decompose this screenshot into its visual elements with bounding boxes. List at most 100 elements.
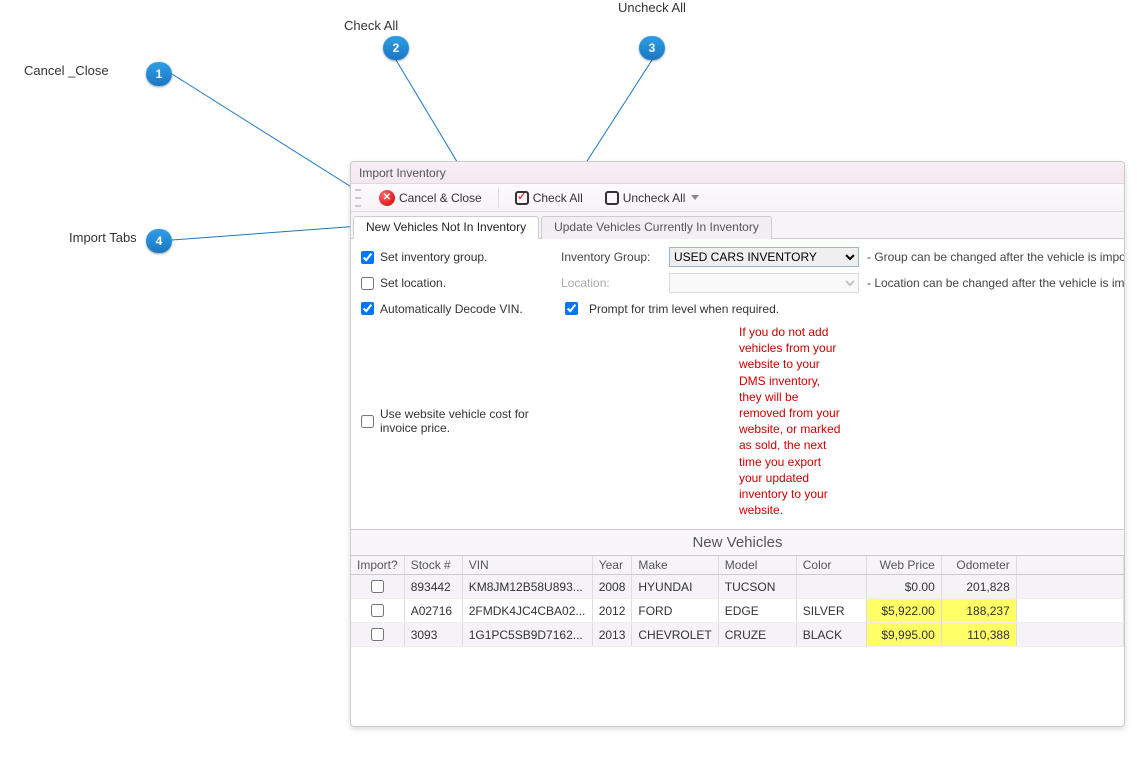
warning-text: If you do not add vehicles from your web… [561, 324, 841, 518]
import-cell [351, 623, 404, 647]
set-inventory-group-checkbox[interactable] [361, 251, 374, 264]
table-title: New Vehicles [351, 529, 1124, 556]
toolbar: Cancel & Close Check All Uncheck All [351, 184, 1124, 212]
annotation-badge-4: 4 [146, 229, 172, 253]
color-cell: SILVER [796, 599, 866, 623]
chevron-down-icon [691, 195, 699, 200]
uncheck-all-icon [605, 191, 619, 205]
color-cell: BLACK [796, 623, 866, 647]
location-field-label: Location: [561, 276, 661, 290]
tab-new-vehicles[interactable]: New Vehicles Not In Inventory [353, 216, 539, 239]
use-website-cost-checkbox[interactable] [361, 415, 374, 428]
stock-cell: A02716 [404, 599, 462, 623]
import-checkbox[interactable] [371, 604, 384, 617]
annotation-label-1: Cancel _Close [24, 63, 109, 78]
col-header-odo[interactable]: Odometer [941, 556, 1016, 575]
import-cell [351, 599, 404, 623]
set-inventory-group-check-row: Set inventory group. [361, 250, 561, 264]
col-header-rest [1016, 556, 1123, 575]
price-cell: $9,995.00 [866, 623, 941, 647]
prompt-trim-label: Prompt for trim level when required. [589, 302, 779, 316]
inventory-group-field-label: Inventory Group: [561, 250, 661, 264]
uncheck-all-label: Uncheck All [623, 191, 686, 205]
import-checkbox[interactable] [371, 628, 384, 641]
toolbar-separator [498, 188, 499, 208]
window-title: Import Inventory [359, 166, 446, 180]
auto-decode-label: Automatically Decode VIN. [380, 302, 523, 316]
model-cell: EDGE [718, 599, 796, 623]
set-inventory-group-label: Set inventory group. [380, 250, 487, 264]
use-website-cost-check-row: Use website vehicle cost for invoice pri… [361, 407, 561, 435]
inventory-group-combo[interactable]: USED CARS INVENTORY [669, 247, 859, 267]
rest-cell [1016, 599, 1123, 623]
uncheck-all-button[interactable]: Uncheck All [599, 189, 706, 207]
annotation-badge-2: 2 [383, 36, 409, 60]
vehicle-table: Import? Stock # VIN Year Make Model Colo… [351, 556, 1124, 647]
make-cell: FORD [632, 599, 718, 623]
location-field-row: Location: - Location can be changed afte… [561, 273, 1125, 293]
col-header-import[interactable]: Import? [351, 556, 404, 575]
model-cell: TUCSON [718, 575, 796, 599]
window-titlebar: Import Inventory [351, 162, 1124, 184]
year-cell: 2012 [592, 599, 632, 623]
toolbar-grip [355, 189, 361, 207]
table-row[interactable]: A027162FMDK4JC4CBA02...2012FORDEDGESILVE… [351, 599, 1124, 623]
price-cell: $5,922.00 [866, 599, 941, 623]
table-row[interactable]: 893442KM8JM12B58U893...2008HYUNDAITUCSON… [351, 575, 1124, 599]
make-cell: CHEVROLET [632, 623, 718, 647]
year-cell: 2013 [592, 623, 632, 647]
prompt-trim-checkbox[interactable] [565, 302, 578, 315]
check-all-label: Check All [533, 191, 583, 205]
inventory-group-hint: - Group can be changed after the vehicle… [867, 250, 1125, 264]
set-location-checkbox[interactable] [361, 277, 374, 290]
color-cell [796, 575, 866, 599]
table-row[interactable]: 30931G1PC5SB9D7162...2013CHEVROLETCRUZEB… [351, 623, 1124, 647]
tabstrip: New Vehicles Not In Inventory Update Veh… [351, 212, 1124, 239]
import-inventory-window: Import Inventory Cancel & Close Check Al… [350, 161, 1125, 727]
set-location-label: Set location. [380, 276, 446, 290]
options-panel: Set inventory group. Inventory Group: US… [351, 239, 1124, 529]
auto-decode-check-row: Automatically Decode VIN. [361, 302, 561, 316]
col-header-stock[interactable]: Stock # [404, 556, 462, 575]
tab-update-vehicles[interactable]: Update Vehicles Currently In Inventory [541, 216, 772, 239]
annotation-badge-3: 3 [639, 36, 665, 60]
check-all-icon [515, 191, 529, 205]
col-header-price[interactable]: Web Price [866, 556, 941, 575]
odometer-cell: 201,828 [941, 575, 1016, 599]
import-checkbox[interactable] [371, 580, 384, 593]
vin-cell: 1G1PC5SB9D7162... [462, 623, 592, 647]
prompt-trim-row: Prompt for trim level when required. [561, 299, 1125, 318]
cancel-icon [379, 190, 395, 206]
annotation-label-3: Uncheck All [618, 0, 686, 15]
col-header-vin[interactable]: VIN [462, 556, 592, 575]
cancel-close-label: Cancel & Close [399, 191, 482, 205]
import-cell [351, 575, 404, 599]
vin-cell: 2FMDK4JC4CBA02... [462, 599, 592, 623]
col-header-make[interactable]: Make [632, 556, 718, 575]
check-all-button[interactable]: Check All [509, 189, 589, 207]
inventory-group-field-row: Inventory Group: USED CARS INVENTORY - G… [561, 247, 1125, 267]
make-cell: HYUNDAI [632, 575, 718, 599]
col-header-year[interactable]: Year [592, 556, 632, 575]
col-header-model[interactable]: Model [718, 556, 796, 575]
year-cell: 2008 [592, 575, 632, 599]
cancel-close-button[interactable]: Cancel & Close [373, 188, 488, 208]
vehicle-grid[interactable]: Import? Stock # VIN Year Make Model Colo… [351, 556, 1124, 726]
odometer-cell: 110,388 [941, 623, 1016, 647]
rest-cell [1016, 575, 1123, 599]
rest-cell [1016, 623, 1123, 647]
annotation-label-4: Import Tabs [69, 230, 137, 245]
annotation-label-2: Check All [344, 18, 398, 33]
vin-cell: KM8JM12B58U893... [462, 575, 592, 599]
use-website-cost-label: Use website vehicle cost for invoice pri… [380, 407, 561, 435]
location-combo [669, 273, 859, 293]
col-header-color[interactable]: Color [796, 556, 866, 575]
price-cell: $0.00 [866, 575, 941, 599]
annotation-badge-1: 1 [146, 62, 172, 86]
auto-decode-checkbox[interactable] [361, 302, 374, 315]
set-location-check-row: Set location. [361, 276, 561, 290]
model-cell: CRUZE [718, 623, 796, 647]
odometer-cell: 188,237 [941, 599, 1016, 623]
stock-cell: 893442 [404, 575, 462, 599]
location-hint: - Location can be changed after the vehi… [867, 276, 1125, 290]
